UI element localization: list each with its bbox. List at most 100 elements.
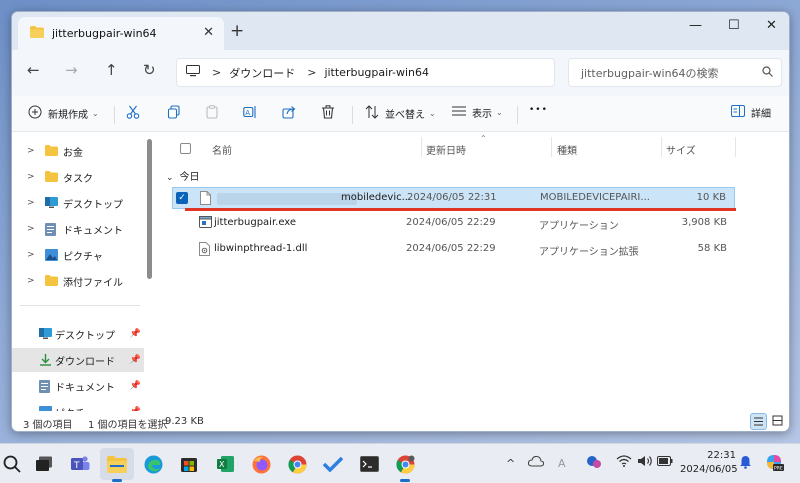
excel-icon[interactable]: X xyxy=(213,452,237,476)
quick-access-desktop[interactable]: デスクトップ 📌 xyxy=(12,322,144,346)
column-header-modified[interactable]: 更新日時 xyxy=(426,142,466,157)
sidebar-item-label: お金 xyxy=(63,147,83,159)
toolbar-divider xyxy=(114,106,115,124)
sidebar-item-attachments[interactable]: > 添付ファイル xyxy=(12,269,144,293)
more-options-button[interactable]: ••• xyxy=(529,105,548,115)
close-button[interactable]: ✕ xyxy=(766,18,777,33)
chevron-right-icon[interactable]: > xyxy=(27,276,35,286)
column-header-name[interactable]: 名前 xyxy=(212,142,232,157)
rename-button[interactable]: A xyxy=(243,105,257,122)
column-divider[interactable] xyxy=(661,137,662,157)
battery-icon[interactable] xyxy=(657,456,673,469)
view-button[interactable]: 表示 ⌄ xyxy=(452,105,503,120)
tab-close-icon[interactable]: ✕ xyxy=(203,25,214,40)
chevron-down-icon[interactable]: ⌄ xyxy=(166,173,174,183)
group-header-today[interactable]: ⌄ 今日 xyxy=(166,168,200,183)
edge-icon[interactable] xyxy=(141,452,165,476)
maximize-button[interactable]: ☐ xyxy=(728,18,740,33)
search-icon[interactable] xyxy=(0,452,24,476)
terminal-icon[interactable] xyxy=(357,452,381,476)
sort-icon xyxy=(365,105,379,122)
sidebar-scrollbar[interactable] xyxy=(147,139,152,279)
chevron-down-icon: ⌄ xyxy=(92,109,99,118)
share-button[interactable] xyxy=(282,105,296,122)
column-header-size[interactable]: サイズ xyxy=(666,142,696,157)
table-row[interactable]: ✓ mobiledevic... 2024/06/05 22:31 MOBILE… xyxy=(172,187,735,209)
chevron-right-icon[interactable]: > xyxy=(27,146,35,156)
file-explorer-icon[interactable] xyxy=(105,452,129,482)
breadcrumb-separator[interactable]: > xyxy=(212,66,221,79)
firefox-icon[interactable] xyxy=(249,452,273,476)
up-button[interactable]: ↑ xyxy=(105,61,118,79)
chevron-right-icon[interactable]: > xyxy=(27,198,35,208)
breadcrumb-downloads[interactable]: ダウンロード xyxy=(229,65,295,81)
cut-button[interactable] xyxy=(126,105,140,122)
clipboard-icon xyxy=(205,105,219,122)
chevron-right-icon[interactable]: > xyxy=(27,250,35,260)
back-button[interactable]: ← xyxy=(27,61,40,79)
chevron-up-icon[interactable]: ^ xyxy=(506,457,515,470)
search-input[interactable]: jitterbugpair-win64の検索 xyxy=(581,65,762,81)
todo-icon[interactable] xyxy=(321,452,345,476)
pin-icon[interactable]: 📌 xyxy=(130,381,141,391)
sort-button[interactable]: 並べ替え ⌄ xyxy=(365,105,436,122)
microsoft-store-icon[interactable] xyxy=(177,452,201,476)
column-header-type[interactable]: 種類 xyxy=(557,142,577,157)
chevron-right-icon[interactable]: > xyxy=(27,224,35,234)
column-divider[interactable] xyxy=(735,137,736,157)
sidebar-item-money[interactable]: > お金 xyxy=(12,139,144,163)
forward-button[interactable]: → xyxy=(65,61,78,79)
delete-button[interactable] xyxy=(321,105,335,122)
ime-indicator[interactable]: A xyxy=(558,457,566,470)
copy-button[interactable] xyxy=(167,105,181,122)
breadcrumb-separator[interactable]: > xyxy=(307,66,316,79)
wifi-icon[interactable] xyxy=(616,455,632,470)
sidebar-item-label: タスク xyxy=(63,173,93,185)
search-box[interactable]: jitterbugpair-win64の検索 xyxy=(568,58,782,87)
system-clock[interactable]: 22:31 2024/06/05 xyxy=(680,449,738,477)
teams-icon[interactable]: T xyxy=(68,452,92,476)
copilot-pre-icon[interactable]: PRE xyxy=(764,452,784,475)
breadcrumb[interactable]: > ダウンロード > jitterbugpair-win64 xyxy=(176,58,555,87)
details-pane-button[interactable]: 詳細 xyxy=(731,105,771,120)
breadcrumb-current-folder[interactable]: jitterbugpair-win64 xyxy=(324,66,429,79)
sidebar-item-desktop[interactable]: > デスクトップ xyxy=(12,191,144,215)
speaker-icon[interactable] xyxy=(637,455,653,470)
quick-access-documents[interactable]: ドキュメント 📌 xyxy=(12,374,144,398)
refresh-button[interactable]: ↻ xyxy=(143,61,156,79)
new-button[interactable]: 新規作成 ⌄ xyxy=(28,105,99,122)
explorer-tab[interactable]: jitterbugpair-win64 ✕ xyxy=(18,17,224,50)
navigation-pane: > お金 > タスク > デスクトップ > ドキュメント > ピクチャ > 添付… xyxy=(12,133,144,420)
folder-icon xyxy=(30,26,44,41)
quick-access-downloads[interactable]: ダウンロード 📌 xyxy=(12,348,144,372)
selection-count: 1 個の項目を選択 xyxy=(88,420,168,431)
sidebar-item-pictures[interactable]: > ピクチャ xyxy=(12,243,144,267)
desktop-icon xyxy=(39,328,52,342)
table-row[interactable]: jitterbugpair.exe 2024/06/05 22:29 アプリケー… xyxy=(172,213,735,235)
chrome-profile-icon[interactable] xyxy=(393,452,417,482)
sidebar-item-documents[interactable]: > ドキュメント xyxy=(12,217,144,241)
this-pc-icon[interactable] xyxy=(186,65,200,80)
chevron-right-icon[interactable]: > xyxy=(27,172,35,182)
new-tab-button[interactable]: + xyxy=(230,21,244,41)
file-name: mobiledevic... xyxy=(341,192,412,203)
pin-icon[interactable]: 📌 xyxy=(130,329,141,339)
address-bar: ← → ↑ ↻ > ダウンロード > jitterbugpair-win64 j… xyxy=(12,50,789,96)
cloud-icon[interactable] xyxy=(527,455,545,470)
column-divider[interactable] xyxy=(421,137,422,157)
task-view-icon[interactable] xyxy=(32,452,56,476)
sidebar-item-tasks[interactable]: > タスク xyxy=(12,165,144,189)
minimize-button[interactable]: — xyxy=(689,18,702,33)
select-all-checkbox[interactable] xyxy=(180,143,191,154)
table-row[interactable]: libwinpthread-1.dll 2024/06/05 22:29 アプリ… xyxy=(172,239,735,261)
sidebar-item-label: デスクトップ xyxy=(63,199,123,211)
details-view-button[interactable] xyxy=(750,413,767,430)
pin-icon[interactable]: 📌 xyxy=(130,355,141,365)
chrome-icon[interactable] xyxy=(285,452,309,476)
paste-button[interactable] xyxy=(205,105,219,122)
copilot-icon[interactable] xyxy=(586,455,602,472)
row-checkbox[interactable]: ✓ xyxy=(176,192,188,204)
tiles-view-button[interactable] xyxy=(770,413,787,430)
column-divider[interactable] xyxy=(551,137,552,157)
notification-bell-icon[interactable] xyxy=(739,455,752,472)
